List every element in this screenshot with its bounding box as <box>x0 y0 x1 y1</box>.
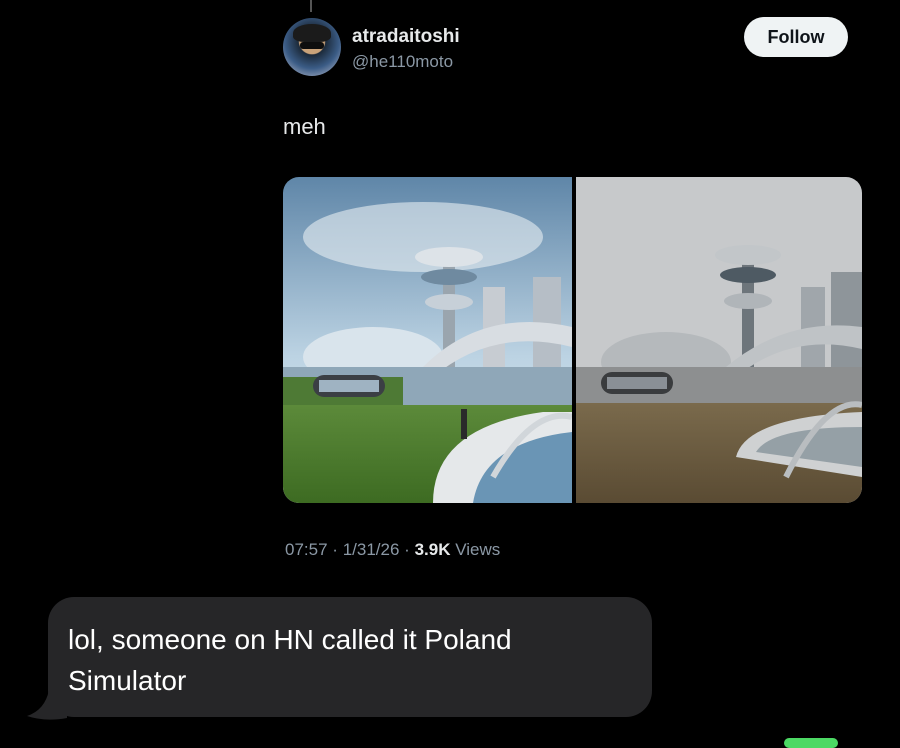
meta-separator: · <box>332 540 338 559</box>
message-line-2: Simulator <box>68 665 187 696</box>
avatar-sunglasses <box>300 42 324 49</box>
next-message-bubble-edge <box>784 738 838 748</box>
tweet-media[interactable] <box>283 177 862 503</box>
avatar-hat <box>293 24 331 42</box>
futuristic-city-render-image[interactable] <box>283 177 572 503</box>
realistic-city-photo-image[interactable] <box>576 177 862 503</box>
author-avatar[interactable] <box>283 18 341 76</box>
meta-separator: · <box>404 540 410 559</box>
tweet-time: 07:57 <box>285 540 328 559</box>
author-handle[interactable]: @he110moto <box>352 52 453 72</box>
scroll-indicator <box>310 0 312 12</box>
message-bubble[interactable]: lol, someone on HN called it Poland Simu… <box>48 597 652 717</box>
tweet-meta: 07:57 · 1/31/26 · 3.9K Views <box>285 540 500 560</box>
message-line-1: lol, someone on HN called it Poland <box>68 624 512 655</box>
tweet-date: 1/31/26 <box>342 540 400 559</box>
tweet-text: meh <box>283 114 326 139</box>
follow-button[interactable]: Follow <box>744 17 848 57</box>
bubble-tail <box>27 690 67 720</box>
views-count: 3.9K <box>414 540 451 559</box>
author-name[interactable]: atradaitoshi <box>352 26 460 48</box>
views-label: Views <box>455 540 501 559</box>
